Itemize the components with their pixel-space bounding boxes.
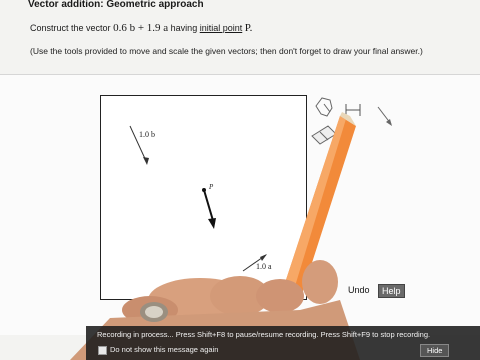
arrow-tool-icon[interactable] (377, 106, 392, 126)
dont-show-checkbox[interactable] (98, 346, 107, 355)
scale-tool-icon[interactable] (345, 104, 361, 116)
move-tool-icon[interactable] (315, 97, 333, 117)
canvas-overlay (70, 97, 392, 360)
undo-button[interactable]: Undo (348, 285, 370, 295)
point-p-label: P (209, 183, 214, 191)
recording-message: Recording in process... Press Shift+F8 t… (97, 330, 431, 339)
help-button[interactable]: Help (378, 284, 405, 298)
dont-show-label: Do not show this message again (110, 345, 219, 354)
vector-b-label: 1.0 b (139, 130, 155, 139)
vector-a-label: 1.0 a (256, 262, 272, 271)
drawn-vector[interactable] (203, 189, 216, 229)
hide-button[interactable]: Hide (420, 344, 450, 357)
